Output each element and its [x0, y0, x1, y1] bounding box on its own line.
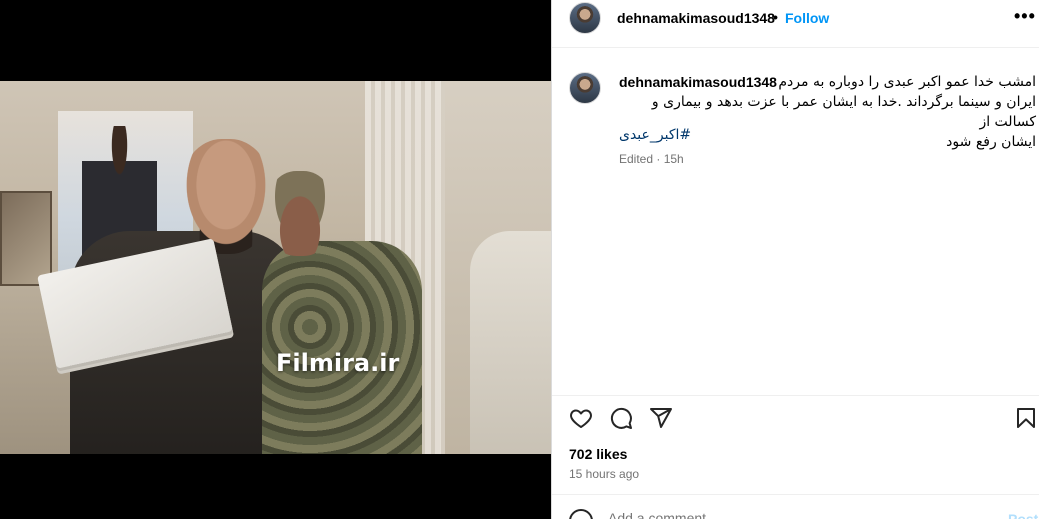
photo-frame	[0, 191, 52, 286]
caption-line-3: ایشان رفع شود	[946, 134, 1036, 150]
right-figure	[470, 231, 551, 454]
woman-figure-head	[265, 171, 335, 256]
bookmark-icon[interactable]	[1014, 406, 1039, 432]
caption-line-1: امشب خدا عمو اکبر عبدی را دوباره به مردم	[778, 74, 1036, 90]
woman-figure-body	[262, 241, 422, 454]
avatar[interactable]	[569, 2, 601, 34]
post-header: dehnamakimasoud1348 • Follow •••	[552, 0, 1039, 48]
post-side-panel: dehnamakimasoud1348 • Follow ••• امشب خد…	[551, 0, 1039, 519]
separator-dot: •	[773, 9, 778, 25]
watermark: Filmira.ir	[276, 349, 400, 377]
media-panel: Filmira.ir	[0, 0, 551, 519]
caption-line-2: ایران و سینما برگرداند .خدا به ایشان عمر…	[651, 94, 1036, 130]
edited-timestamp: Edited · 15h	[619, 152, 684, 166]
heart-icon[interactable]	[569, 406, 595, 432]
more-options-icon[interactable]: •••	[1014, 6, 1036, 27]
caption-username[interactable]: dehnamakimasoud1348	[619, 74, 777, 90]
post-time: 15 hours ago	[569, 467, 640, 481]
likes-count[interactable]: 702 likes	[569, 446, 627, 462]
emoji-icon[interactable]	[569, 509, 593, 519]
hashtag-link[interactable]: #اکبر_عبدی	[619, 127, 691, 143]
man-figure-head	[180, 139, 272, 254]
follow-button[interactable]: Follow	[785, 10, 829, 26]
post-comment-button[interactable]: Post	[1008, 511, 1038, 519]
comment-bar: Post	[552, 494, 1039, 519]
post-photo[interactable]: Filmira.ir	[0, 81, 551, 454]
caption-area: امشب خدا عمو اکبر عبدی را دوباره به مردم…	[552, 48, 1039, 393]
header-username[interactable]: dehnamakimasoud1348	[617, 10, 775, 26]
action-bar	[552, 395, 1039, 439]
share-icon[interactable]	[649, 406, 675, 432]
caption-avatar[interactable]	[569, 72, 601, 104]
comment-input[interactable]	[608, 510, 908, 519]
comment-icon[interactable]	[609, 406, 635, 432]
